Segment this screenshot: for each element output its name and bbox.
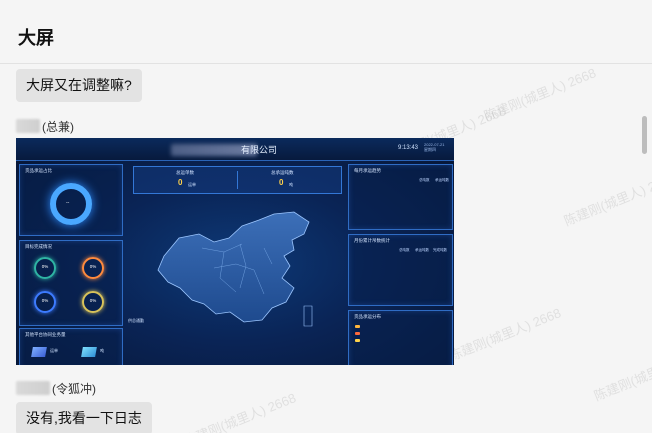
- sender-name-redacted: [16, 119, 40, 133]
- sender-name-redacted: [16, 381, 50, 395]
- scrollbar-thumb[interactable]: [642, 116, 647, 154]
- donut-center-label: --: [66, 200, 70, 206]
- watermark: 陈建刚(城里人) 2668: [481, 65, 599, 124]
- dashboard-image-message[interactable]: 有限公司 9:13:43 2022-07-21 星期四 货品承运占比 -- 目标…: [16, 138, 454, 365]
- right-panel-distribution: 货品承运分布: [348, 310, 453, 365]
- donut-chart: [50, 183, 92, 225]
- watermark: 陈建刚(城里人) 2668: [181, 390, 299, 433]
- progress-ring: 0%: [82, 291, 104, 313]
- progress-ring: 0%: [82, 257, 104, 279]
- cube-icon: [31, 347, 47, 357]
- watermark: 陈建刚(城里人) 2668: [446, 305, 564, 364]
- mini-label: 吨: [100, 348, 104, 353]
- summary-stats: 总运单数 0 运单 总承运吨数 0 吨: [133, 166, 342, 194]
- dashboard-date: 2022-07-21 星期四: [424, 142, 445, 152]
- mini-label: 运单: [50, 348, 58, 353]
- message-bubble[interactable]: 没有,我看一下日志: [16, 402, 152, 433]
- legend-swatch: [355, 332, 360, 335]
- left-panel-target: 目标完成情况 0% 0% 0% 0%: [19, 240, 123, 326]
- progress-ring: 0%: [34, 257, 56, 279]
- sender-name: (总兼): [16, 118, 74, 135]
- message-list[interactable]: 陈建刚(城里人) 2668 陈建刚(城里人) 2668 陈建刚(城里人) 266…: [0, 64, 652, 433]
- chat-title: 大屏: [18, 28, 54, 48]
- left-panel-cargo: 货品承运占比 --: [19, 164, 123, 236]
- chat-header: 大屏: [0, 0, 652, 64]
- legend-swatch: [355, 339, 360, 342]
- right-panel-monthly: 月份累计吊数统计 总吨数 承运吨数 完成吨数: [348, 234, 453, 306]
- legend-swatch: [355, 325, 360, 328]
- dashboard-title: 有限公司: [241, 145, 278, 155]
- watermark: 陈建刚(城里人) 2668: [591, 345, 652, 404]
- watermark: 陈建刚(城里人) 2668: [561, 170, 652, 229]
- map-label: 供总通勤: [128, 318, 144, 323]
- dashboard-time: 9:13:43: [398, 145, 419, 151]
- message-bubble[interactable]: 大屏又在调整嘛?: [16, 69, 142, 102]
- cube-icon: [81, 347, 97, 357]
- sender-name: (令狐冲): [16, 380, 96, 397]
- right-panel-trend: 每月承运趋势 总吨数 承运吨数: [348, 164, 453, 230]
- progress-ring: 0%: [34, 291, 56, 313]
- left-panel-platform: 其他平台协同业务量 运单 吨: [19, 328, 123, 365]
- divider: [237, 171, 238, 189]
- china-map: [157, 211, 313, 327]
